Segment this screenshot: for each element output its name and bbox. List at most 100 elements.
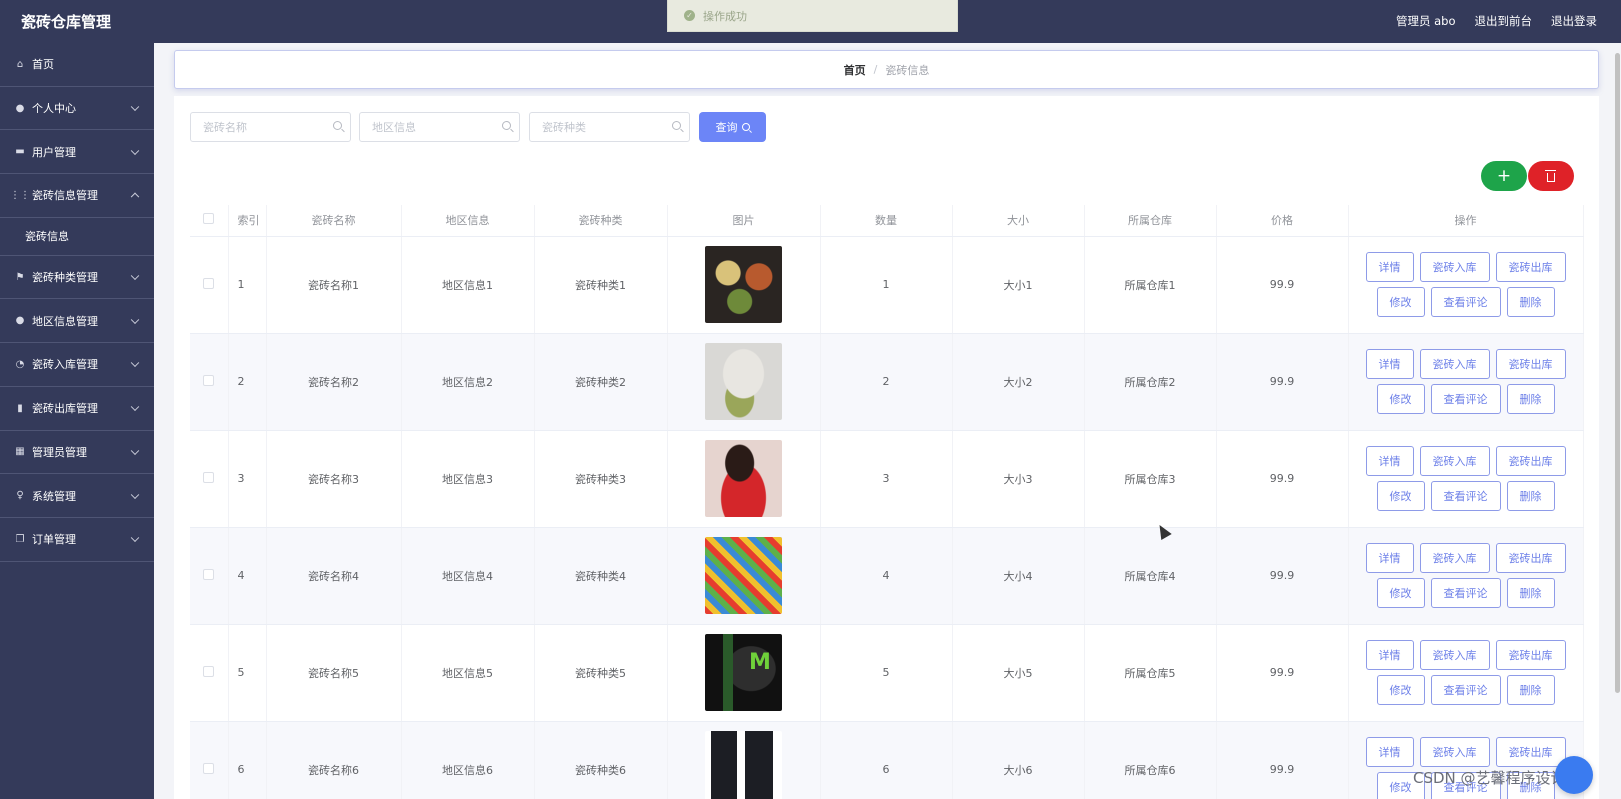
row-checkbox[interactable] [203,471,215,483]
microphone-icon: ♀ [16,490,24,502]
sidebar-item-home[interactable]: ⌂ 首页 [0,43,154,87]
price-cell: 99.9 [1216,624,1349,722]
sidebar-item-stock-out-management[interactable]: ▮ 瓷砖出库管理 [0,387,154,431]
product-thumbnail[interactable] [705,343,782,420]
row-checkbox[interactable] [203,277,215,289]
breadcrumb-current: 瓷砖信息 [885,63,930,77]
region-cell: 地区信息6 [401,721,535,799]
app-title: 瓷砖仓库管理 [21,13,112,31]
edit-button[interactable]: 修改 [1376,384,1425,414]
row-actions: 详情 瓷砖入库 瓷砖出库 修改 查看评论 删除 [1349,640,1583,705]
trash-icon [1545,169,1556,182]
stock-out-button[interactable]: 瓷砖出库 [1495,543,1566,573]
index-cell: 1 [228,236,267,334]
product-thumbnail[interactable] [705,440,782,517]
sidebar-item-region-management[interactable]: ● 地区信息管理 [0,299,154,344]
row-checkbox[interactable] [203,374,215,386]
bar-chart-icon: ▮ [17,402,23,414]
edit-button[interactable]: 修改 [1376,481,1425,511]
delete-button[interactable]: 删除 [1506,287,1555,317]
price-cell: 99.9 [1216,430,1349,528]
actions-row-2: 修改 查看评论 删除 [1376,384,1555,414]
detail-button[interactable]: 详情 [1365,349,1414,379]
success-toast: ✓ 操作成功 [667,0,958,32]
stock-out-button[interactable]: 瓷砖出库 [1495,349,1566,379]
row-checkbox[interactable] [203,568,215,580]
product-thumbnail[interactable] [705,634,782,711]
sidebar-item-label: 首页 [32,58,54,72]
image-cell [667,333,821,431]
column-header: 操作 [1348,205,1584,237]
stock-in-button[interactable]: 瓷砖入库 [1419,640,1490,670]
tile-type-search-input[interactable]: 瓷砖种类 [529,112,690,142]
qty-cell: 5 [820,624,953,722]
sidebar-item-admin-management[interactable]: ▦ 管理员管理 [0,431,154,475]
view-comments-button[interactable]: 查看评论 [1430,481,1501,511]
sidebar-item-system-management[interactable]: ♀ 系统管理 [0,474,154,518]
sidebar-item-stock-in-management[interactable]: ◔ 瓷砖入库管理 [0,343,154,387]
edit-button[interactable]: 修改 [1376,578,1425,608]
sidebar-item-user-management[interactable]: ▬ 用户管理 [0,130,154,175]
select-all-checkbox[interactable] [203,213,215,225]
stock-out-button[interactable]: 瓷砖出库 [1495,737,1566,767]
product-thumbnail[interactable] [705,246,782,323]
detail-button[interactable]: 详情 [1365,446,1414,476]
batch-delete-button[interactable] [1528,161,1574,191]
sidebar-item-order-management[interactable]: ❐ 订单管理 [0,518,154,562]
image-cell [667,430,821,528]
stock-in-button[interactable]: 瓷砖入库 [1419,446,1490,476]
product-thumbnail[interactable] [705,731,782,799]
view-comments-button[interactable]: 查看评论 [1430,675,1501,705]
table-row: 1 瓷砖名称1 地区信息1 瓷砖种类1 1 大小1 所属仓库1 99.9 详情 … [190,236,1584,334]
delete-button[interactable]: 删除 [1506,578,1555,608]
edit-button[interactable]: 修改 [1376,675,1425,705]
plus-icon: + [1496,166,1512,186]
detail-button[interactable]: 详情 [1365,640,1414,670]
region-search-input[interactable]: 地区信息 [359,112,520,142]
detail-button[interactable]: 详情 [1365,737,1414,767]
view-comments-button[interactable]: 查看评论 [1430,384,1501,414]
scrollbar-thumb[interactable] [1615,53,1620,693]
stock-in-button[interactable]: 瓷砖入库 [1419,737,1490,767]
search-icon [502,121,511,130]
stock-out-button[interactable]: 瓷砖出库 [1495,446,1566,476]
row-checkbox[interactable] [203,665,215,677]
actions-row-2: 修改 查看评论 删除 [1376,578,1555,608]
add-button[interactable]: + [1481,161,1527,191]
sidebar-item-tile-type-management[interactable]: ⚑ 瓷砖种类管理 [0,256,154,300]
admin-user-label[interactable]: 管理员 abo [1396,13,1456,29]
stock-in-button[interactable]: 瓷砖入库 [1419,349,1490,379]
edit-button[interactable]: 修改 [1376,287,1425,317]
stock-in-button[interactable]: 瓷砖入库 [1419,252,1490,282]
exit-to-front-link[interactable]: 退出到前台 [1475,13,1533,29]
product-thumbnail[interactable] [705,537,782,614]
column-header: 大小 [952,205,1085,237]
view-comments-button[interactable]: 查看评论 [1430,287,1501,317]
stock-out-button[interactable]: 瓷砖出库 [1495,640,1566,670]
logout-link[interactable]: 退出登录 [1551,13,1597,29]
flag-icon: ⚑ [15,271,25,283]
tile-name-search-input[interactable]: 瓷砖名称 [190,112,351,142]
home-icon: ⌂ [16,58,24,70]
breadcrumb-home[interactable]: 首页 [844,62,866,78]
query-button[interactable]: 查询 [699,112,766,142]
stock-out-button[interactable]: 瓷砖出库 [1495,252,1566,282]
detail-button[interactable]: 详情 [1365,543,1414,573]
sidebar: ⌂ 首页 ● 个人中心 ▬ 用户管理 ⋮⋮ 瓷砖信息管理 瓷砖信息 ⚑ 瓷砖种类… [0,43,154,799]
view-comments-button[interactable]: 查看评论 [1430,578,1501,608]
delete-button[interactable]: 删除 [1506,384,1555,414]
sidebar-item-tile-info-management[interactable]: ⋮⋮ 瓷砖信息管理 [0,174,154,218]
sidebar-item-personal-center[interactable]: ● 个人中心 [0,87,154,131]
floating-action-ball[interactable] [1555,756,1593,794]
detail-button[interactable]: 详情 [1365,252,1414,282]
vertical-scrollbar[interactable] [1614,43,1621,799]
sidebar-item-label: 系统管理 [32,489,76,503]
delete-button[interactable]: 删除 [1506,481,1555,511]
sidebar-subitem-tile-info[interactable]: 瓷砖信息 [0,218,154,256]
size-cell: 大小1 [952,236,1085,334]
row-actions: 详情 瓷砖入库 瓷砖出库 修改 查看评论 删除 [1349,252,1583,317]
delete-button[interactable]: 删除 [1506,675,1555,705]
grid-icon: ⋮⋮ [10,189,30,201]
stock-in-button[interactable]: 瓷砖入库 [1419,543,1490,573]
row-checkbox[interactable] [203,762,215,774]
